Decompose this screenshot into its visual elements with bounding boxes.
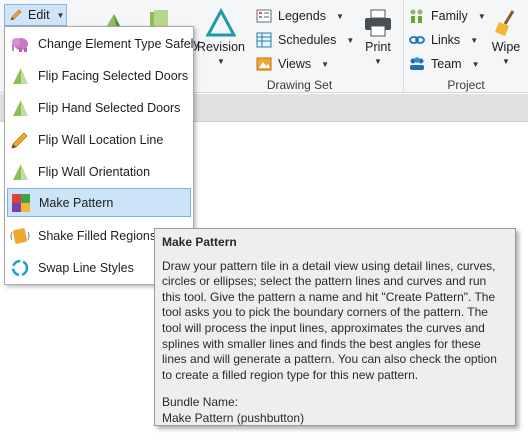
- schedules-icon: [256, 32, 272, 48]
- tooltip-title: Make Pattern: [162, 235, 237, 249]
- menu-item-label: Shake Filled Regions: [38, 228, 157, 243]
- project-panel-label: Project: [447, 78, 485, 92]
- menu-item-label: Flip Wall Location Line: [38, 132, 164, 147]
- wipe-button[interactable]: Wipe ▼: [486, 8, 526, 66]
- tooltip-body: Draw your pattern tile in a detail view …: [162, 258, 497, 382]
- pencil-icon: [9, 8, 23, 22]
- schedules-button[interactable]: Schedules ▼: [256, 29, 354, 51]
- menu-item-label: Flip Facing Selected Doors: [38, 68, 189, 83]
- legends-icon: [256, 8, 272, 24]
- views-label: Views: [278, 57, 312, 71]
- family-label: Family: [431, 9, 468, 23]
- green-triangle-icon: [10, 162, 30, 182]
- menu-item-flip-hand-selected-doors[interactable]: Flip Hand Selected Doors: [7, 93, 191, 122]
- chevron-down-icon: ▼: [374, 57, 382, 66]
- pattern-grid-icon: [11, 193, 31, 213]
- tooltip-bundle-value: Make Pattern (pushbutton): [162, 410, 305, 425]
- chevron-down-icon: ▼: [471, 59, 480, 69]
- team-button[interactable]: Team ▼: [409, 53, 480, 75]
- wipe-label: Wipe: [491, 40, 521, 54]
- link-icon: [409, 32, 425, 48]
- views-button[interactable]: Views ▼: [256, 53, 329, 75]
- green-triangle-icon: [10, 66, 30, 86]
- menu-item-label: Swap Line Styles: [38, 260, 134, 275]
- menu-item-change-element-type-safely[interactable]: Change Element Type Safely: [7, 29, 200, 58]
- family-button[interactable]: Family ▼: [409, 5, 486, 27]
- tooltip-bundle-label: Bundle Name:: [162, 395, 239, 410]
- chevron-down-icon: ▼: [502, 57, 510, 66]
- legends-button[interactable]: Legends ▼: [256, 5, 344, 27]
- green-triangle-icon: [10, 98, 30, 118]
- shake-icon: [10, 226, 30, 246]
- legends-label: Legends: [278, 9, 326, 23]
- chevron-down-icon: ▼: [346, 35, 355, 45]
- menu-item-label: Flip Wall Orientation: [38, 164, 151, 179]
- menu-item-make-pattern[interactable]: Make Pattern: [7, 188, 191, 217]
- swap-circle-icon: [10, 258, 30, 278]
- revision-button[interactable]: Revision ▼: [196, 7, 246, 66]
- menu-item-label: Make Pattern: [39, 195, 114, 210]
- broom-icon: [486, 8, 526, 38]
- menu-item-flip-facing-selected-doors[interactable]: Flip Facing Selected Doors: [7, 61, 191, 90]
- pink-elephant-icon: [10, 34, 30, 54]
- drawing-set-panel-label: Drawing Set: [266, 78, 333, 92]
- chevron-down-icon: ▼: [470, 35, 479, 45]
- chevron-down-icon: ▼: [477, 11, 486, 21]
- chevron-down-icon: ▼: [321, 59, 330, 69]
- chevron-down-icon: ▼: [56, 10, 65, 20]
- make-pattern-tooltip: Make Pattern Draw your pattern tile in a…: [154, 228, 516, 426]
- team-label: Team: [431, 57, 462, 71]
- links-label: Links: [431, 33, 461, 47]
- print-button[interactable]: Print ▼: [358, 8, 398, 66]
- menu-item-flip-wall-location-line[interactable]: Flip Wall Location Line: [7, 125, 191, 154]
- team-icon: [409, 56, 425, 72]
- pencil-icon: [10, 130, 30, 150]
- family-icon: [409, 8, 425, 24]
- print-label: Print: [365, 40, 391, 54]
- views-icon: [256, 56, 272, 72]
- menu-item-flip-wall-orientation[interactable]: Flip Wall Orientation: [7, 157, 191, 186]
- edit-dropdown-button[interactable]: Edit ▼: [4, 4, 67, 26]
- edit-label: Edit: [28, 8, 50, 22]
- chevron-down-icon: ▼: [217, 57, 225, 66]
- links-button[interactable]: Links ▼: [409, 29, 478, 51]
- chevron-down-icon: ▼: [335, 11, 344, 21]
- revision-label: Revision: [197, 40, 245, 54]
- menu-item-label: Change Element Type Safely: [38, 36, 200, 51]
- printer-icon: [358, 8, 398, 38]
- menu-item-label: Flip Hand Selected Doors: [38, 100, 181, 115]
- schedules-label: Schedules: [278, 33, 337, 47]
- revision-triangle-icon: [196, 7, 246, 38]
